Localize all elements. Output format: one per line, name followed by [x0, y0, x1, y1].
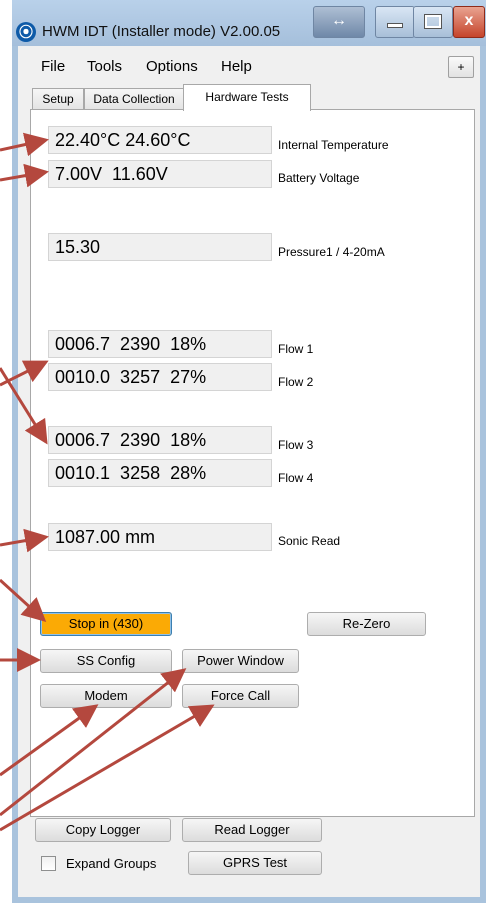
flow1-label: Flow 1	[278, 342, 314, 356]
minimize-icon	[387, 23, 403, 28]
minimize-button[interactable]	[375, 6, 415, 38]
pressure1-value: 15.30	[48, 233, 272, 261]
pressure1-label: Pressure1 / 4-20mA	[278, 245, 385, 259]
maximize-button[interactable]	[413, 6, 453, 38]
ss-config-button[interactable]: SS Config	[40, 649, 172, 673]
gprs-test-button[interactable]: GPRS Test	[188, 851, 322, 875]
menu-file[interactable]: File	[41, 58, 65, 75]
expand-groups-label: Expand Groups	[66, 856, 157, 871]
internal-temperature-value: 22.40°C 24.60°C	[48, 126, 272, 154]
flow1-value: 0006.7 2390 18%	[48, 330, 272, 358]
modem-button[interactable]: Modem	[40, 684, 172, 708]
force-call-button[interactable]: Force Call	[182, 684, 299, 708]
flow3-label: Flow 3	[278, 438, 314, 452]
window-title: HWM IDT (Installer mode) V2.00.05	[42, 23, 281, 40]
menu-tools[interactable]: Tools	[87, 58, 122, 75]
flow2-label: Flow 2	[278, 375, 314, 389]
flow4-value: 0010.1 3258 28%	[48, 459, 272, 487]
stop-button[interactable]: Stop in (430)	[40, 612, 172, 636]
sonic-read-value: 1087.00 mm	[48, 523, 272, 551]
snap-button[interactable]: ↔	[313, 6, 365, 38]
tab-setup[interactable]: Setup	[32, 88, 84, 109]
battery-voltage-label: Battery Voltage	[278, 171, 360, 185]
flow2-value: 0010.0 3257 27%	[48, 363, 272, 391]
plus-button[interactable]: +	[448, 56, 474, 78]
close-button[interactable]: x	[453, 6, 485, 38]
re-zero-button[interactable]: Re-Zero	[307, 612, 426, 636]
read-logger-button[interactable]: Read Logger	[182, 818, 322, 842]
expand-groups-checkbox[interactable]	[41, 856, 56, 871]
flow4-label: Flow 4	[278, 471, 314, 485]
power-window-button[interactable]: Power Window	[182, 649, 299, 673]
battery-voltage-value: 7.00V 11.60V	[48, 160, 272, 188]
tab-data-collection[interactable]: Data Collection	[84, 88, 184, 109]
hwm-logo-icon: ⦿	[16, 22, 36, 42]
menu-options[interactable]: Options	[146, 58, 198, 75]
sonic-read-label: Sonic Read	[278, 534, 341, 548]
maximize-icon	[424, 14, 442, 29]
internal-temperature-label: Internal Temperature	[278, 138, 389, 152]
flow3-value: 0006.7 2390 18%	[48, 426, 272, 454]
menu-help[interactable]: Help	[221, 58, 252, 75]
tab-hardware-tests[interactable]: Hardware Tests	[183, 84, 311, 111]
copy-logger-button[interactable]: Copy Logger	[35, 818, 171, 842]
